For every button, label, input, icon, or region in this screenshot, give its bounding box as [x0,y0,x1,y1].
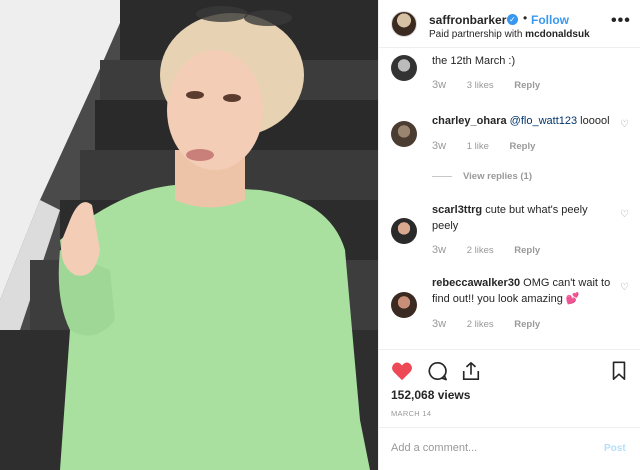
comment-likes[interactable]: 3 likes [467,80,494,91]
comment-text: rebeccawalker30 OMG can't wait to find o… [432,275,614,307]
header-separator: • [523,11,528,25]
video-frame [0,0,378,470]
view-count[interactable]: 152,068 views [391,388,470,402]
post-actions: 152,068 views MARCH 14 [379,349,640,427]
comment-username[interactable]: scarl3ttrg [432,204,482,216]
comment-meta: 3w 2 likes Reply [432,244,558,256]
comment-like-icon[interactable]: ♡ [620,119,629,130]
comment-text: scarl3ttrg cute but what's peely peely [432,202,614,234]
comment-avatar[interactable] [391,292,417,318]
comment-time[interactable]: 3w [432,79,446,91]
comment-meta: 3w 2 likes Reply [432,318,558,330]
comment-like-icon[interactable]: ♡ [620,209,629,220]
comment-time[interactable]: 3w [432,318,446,330]
paid-partnership-line: Paid partnership with mcdonaldsuk [429,29,590,40]
follow-button[interactable]: Follow [531,13,569,27]
reply-button[interactable]: Reply [514,80,540,91]
comment-likes[interactable]: 1 like [467,141,489,152]
post-date: MARCH 14 [391,409,432,418]
comment-body: the 12th March :) [432,55,516,67]
add-comment-bar: Post [379,427,640,470]
partner-link[interactable]: mcdonaldsuk [525,29,589,40]
comment-mention[interactable]: @flo_watt123 [510,115,577,127]
view-replies-button[interactable]: View replies (1) [432,171,532,182]
comment-list: the 12th March :) 3w 3 likes Reply charl… [379,49,640,349]
comment-time[interactable]: 3w [432,140,446,152]
heart-filled-icon[interactable] [391,361,413,381]
post-comment-button[interactable]: Post [604,443,626,454]
more-options-icon[interactable]: ••• [611,12,631,30]
add-comment-input[interactable] [391,442,591,454]
reply-button[interactable]: Reply [514,319,540,330]
partnership-prefix: Paid partnership with [429,29,523,40]
comment-username[interactable]: rebeccawalker30 [432,277,520,289]
comment-avatar[interactable] [391,55,417,81]
reply-button[interactable]: Reply [510,141,536,152]
post-side-panel: saffronbarker ✓ • Follow Paid partnershi… [378,0,640,470]
comment-meta: 3w 1 like Reply [432,140,553,152]
comment-meta: 3w 3 likes Reply [432,79,558,91]
comment-body: looool [577,115,610,127]
post-header: saffronbarker ✓ • Follow Paid partnershi… [379,0,640,48]
bookmark-icon[interactable] [611,361,627,381]
comment-icon[interactable] [427,361,448,381]
share-icon[interactable] [461,361,481,381]
verified-badge-icon: ✓ [507,14,518,25]
comment-username[interactable]: charley_ohara [432,115,507,127]
comment-likes[interactable]: 2 likes [467,319,494,330]
comment-avatar[interactable] [391,121,417,147]
author-username[interactable]: saffronbarker [429,13,506,27]
comment-time[interactable]: 3w [432,244,446,256]
comment-likes[interactable]: 2 likes [467,245,494,256]
author-avatar[interactable] [391,11,417,37]
comment-avatar[interactable] [391,218,417,244]
comment-like-icon[interactable]: ♡ [620,282,629,293]
comment-text: charley_ohara @flo_watt123 looool [432,113,614,129]
reply-button[interactable]: Reply [514,245,540,256]
post-video[interactable] [0,0,378,470]
comment-text: the 12th March :) [432,53,614,69]
